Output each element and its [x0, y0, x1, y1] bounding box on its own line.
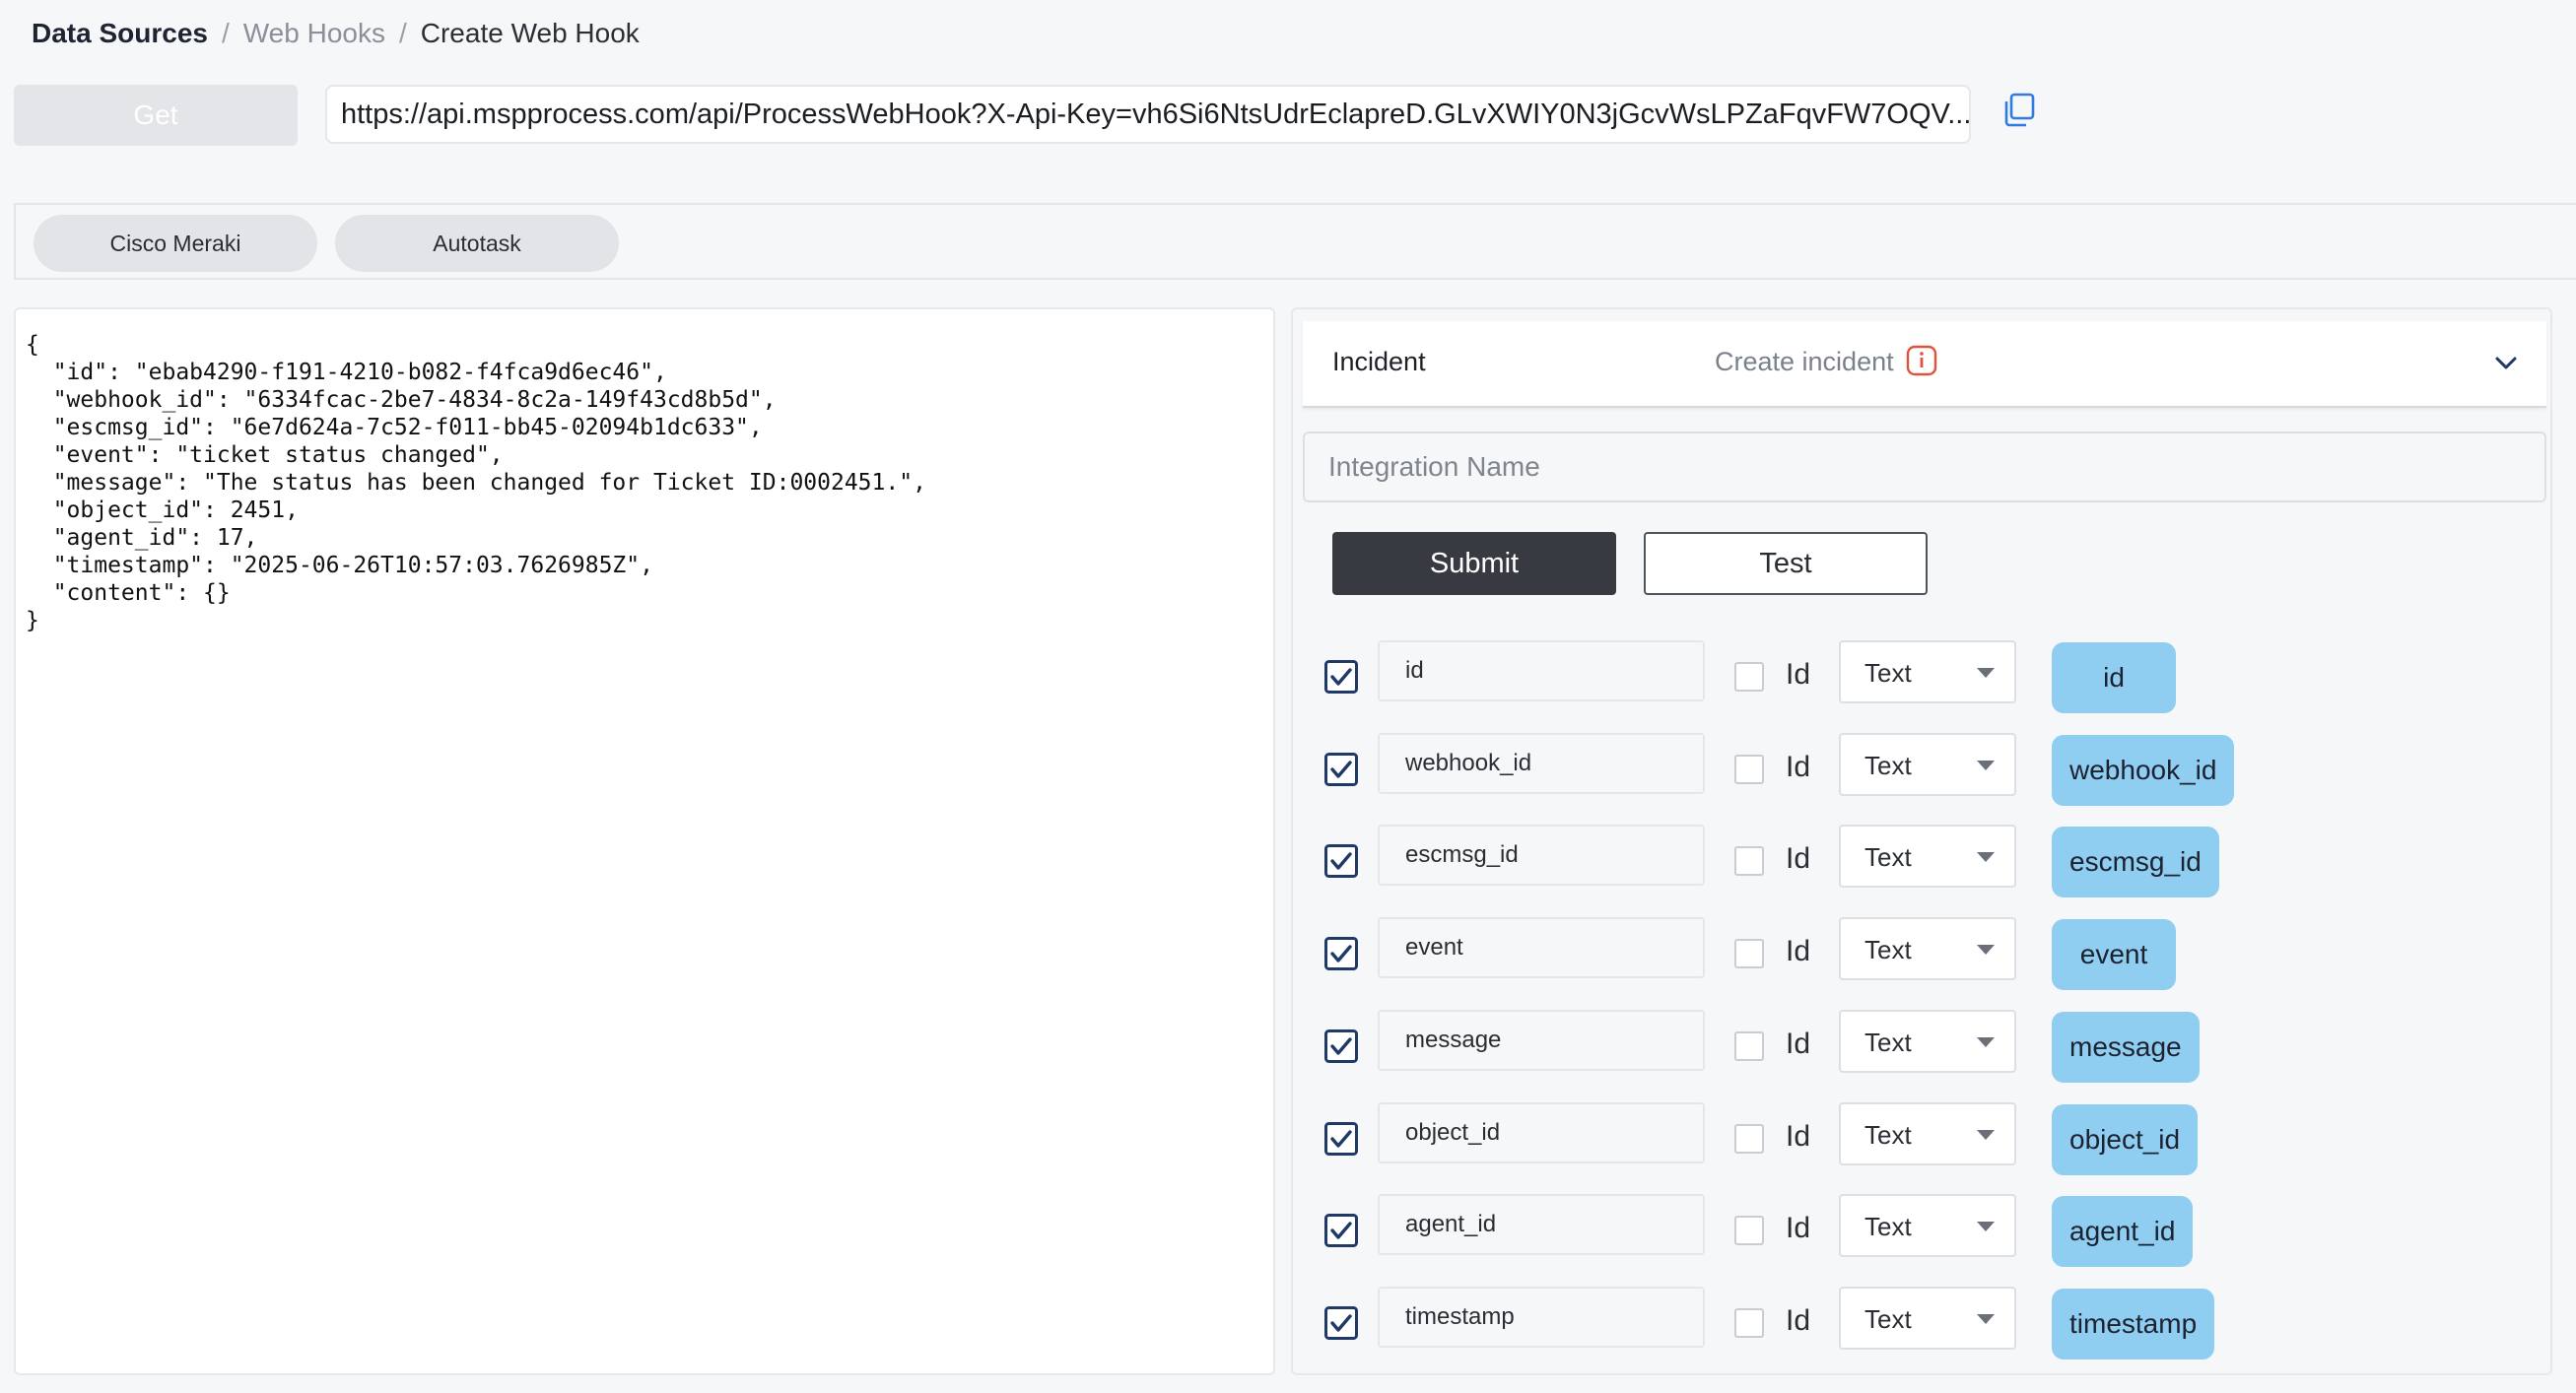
caret-down-icon	[1977, 945, 1995, 956]
id-checkbox[interactable]	[1734, 846, 1764, 877]
caret-down-icon	[1977, 1036, 1995, 1047]
include-checkbox[interactable]	[1324, 1214, 1358, 1248]
chevron-down-icon[interactable]	[2491, 349, 2521, 378]
field-row: Id Text id	[1293, 640, 2544, 713]
include-checkbox[interactable]	[1324, 844, 1358, 879]
id-checkbox[interactable]	[1734, 662, 1764, 692]
field-type-value: Text	[1864, 750, 1912, 780]
field-row: Id Text webhook_id	[1293, 732, 2544, 806]
field-tag-chip[interactable]: agent_id	[2052, 1196, 2194, 1268]
include-checkbox[interactable]	[1324, 1305, 1358, 1340]
breadcrumb: Data Sources / Web Hooks / Create Web Ho…	[32, 14, 640, 53]
id-checkbox-label: Id	[1786, 658, 1811, 691]
id-checkbox-label: Id	[1786, 1119, 1811, 1153]
field-type-value: Text	[1864, 1027, 1912, 1057]
id-checkbox[interactable]	[1734, 1030, 1764, 1061]
id-checkbox-label: Id	[1786, 935, 1811, 968]
include-checkbox[interactable]	[1324, 1028, 1358, 1063]
webhook-url-field[interactable]: https://api.mspprocess.com/api/ProcessWe…	[325, 85, 1971, 144]
field-type-value: Text	[1864, 1303, 1912, 1334]
field-row: Id Text message	[1293, 1009, 2544, 1083]
field-name-input[interactable]	[1378, 825, 1705, 887]
test-button[interactable]: Test	[1644, 532, 1928, 595]
field-row: Id Text timestamp	[1293, 1286, 2544, 1360]
field-type-select[interactable]: Text	[1839, 732, 2016, 796]
field-name-input[interactable]	[1378, 1286, 1705, 1348]
field-tag-chip[interactable]: escmsg_id	[2052, 827, 2219, 898]
field-type-value: Text	[1864, 658, 1912, 688]
field-row: Id Text object_id	[1293, 1101, 2544, 1175]
id-checkbox[interactable]	[1734, 939, 1764, 969]
field-tag-chip[interactable]: event	[2052, 919, 2176, 991]
field-name-input[interactable]	[1378, 732, 1705, 794]
breadcrumb-current: Create Web Hook	[420, 18, 640, 48]
integration-name-input[interactable]	[1303, 431, 2546, 502]
field-type-value: Text	[1864, 1119, 1912, 1150]
get-button[interactable]: Get	[14, 85, 298, 146]
id-checkbox-label: Id	[1786, 750, 1811, 783]
mapping-panel: Incident Create incident Submit Test Id T…	[1291, 307, 2552, 1375]
id-checkbox[interactable]	[1734, 754, 1764, 784]
field-name-input[interactable]	[1378, 640, 1705, 701]
breadcrumb-separator: /	[221, 18, 230, 48]
id-checkbox-label: Id	[1786, 1303, 1811, 1337]
id-checkbox[interactable]	[1734, 1307, 1764, 1338]
source-tabs: Cisco Meraki Autotask	[14, 203, 2576, 280]
id-checkbox[interactable]	[1734, 1216, 1764, 1246]
field-type-select[interactable]: Text	[1839, 917, 2016, 981]
caret-down-icon	[1977, 1129, 1995, 1140]
field-tag-chip[interactable]: message	[2052, 1011, 2200, 1083]
field-name-input[interactable]	[1378, 1194, 1705, 1256]
field-type-value: Text	[1864, 935, 1912, 965]
field-tag-chip[interactable]: timestamp	[2052, 1288, 2215, 1360]
caret-down-icon	[1977, 1313, 1995, 1324]
field-type-select[interactable]: Text	[1839, 1101, 2016, 1165]
tab-cisco-meraki[interactable]: Cisco Meraki	[34, 215, 317, 272]
field-tag-chip[interactable]: webhook_id	[2052, 734, 2235, 806]
breadcrumb-separator: /	[398, 18, 407, 48]
include-checkbox[interactable]	[1324, 937, 1358, 971]
include-checkbox[interactable]	[1324, 660, 1358, 694]
field-type-select[interactable]: Text	[1839, 1194, 2016, 1258]
field-tag-chip[interactable]: object_id	[2052, 1103, 2199, 1175]
field-type-select[interactable]: Text	[1839, 825, 2016, 889]
copy-icon[interactable]	[1999, 91, 2038, 130]
field-name-input[interactable]	[1378, 1009, 1705, 1071]
field-type-value: Text	[1864, 842, 1912, 873]
breadcrumb-data-sources[interactable]: Data Sources	[32, 18, 208, 49]
field-name-input[interactable]	[1378, 917, 1705, 979]
payload-json-panel[interactable]: { "id": "ebab4290-f191-4210-b082-f4fca9d…	[14, 307, 1275, 1375]
payload-json-text: { "id": "ebab4290-f191-4210-b082-f4fca9d…	[26, 332, 926, 633]
field-type-select[interactable]: Text	[1839, 1286, 2016, 1350]
incident-subtitle: Create incident	[1715, 347, 1894, 376]
incident-dropdown[interactable]: Incident Create incident	[1303, 321, 2546, 408]
id-checkbox-label: Id	[1786, 1027, 1811, 1060]
id-checkbox-label: Id	[1786, 842, 1811, 876]
field-type-select[interactable]: Text	[1839, 1009, 2016, 1073]
breadcrumb-web-hooks[interactable]: Web Hooks	[243, 18, 385, 49]
include-checkbox[interactable]	[1324, 752, 1358, 786]
caret-down-icon	[1977, 760, 1995, 770]
info-icon[interactable]	[1906, 345, 1937, 376]
field-name-input[interactable]	[1378, 1101, 1705, 1163]
field-type-value: Text	[1864, 1212, 1912, 1242]
caret-down-icon	[1977, 852, 1995, 863]
field-tag-chip[interactable]: id	[2052, 642, 2176, 713]
incident-title: Incident	[1332, 347, 1426, 376]
include-checkbox[interactable]	[1324, 1121, 1358, 1156]
field-row: Id Text agent_id	[1293, 1194, 2544, 1268]
field-row: Id Text event	[1293, 917, 2544, 991]
field-row: Id Text escmsg_id	[1293, 825, 2544, 898]
id-checkbox-label: Id	[1786, 1212, 1811, 1245]
caret-down-icon	[1977, 668, 1995, 678]
field-type-select[interactable]: Text	[1839, 640, 2016, 703]
id-checkbox[interactable]	[1734, 1123, 1764, 1154]
tab-autotask[interactable]: Autotask	[335, 215, 619, 272]
caret-down-icon	[1977, 1222, 1995, 1232]
submit-button[interactable]: Submit	[1332, 532, 1616, 595]
